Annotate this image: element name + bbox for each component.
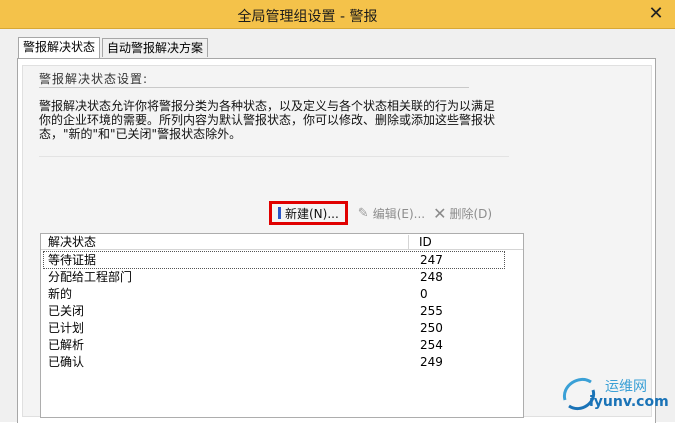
table-row[interactable]: 已解析 254 bbox=[44, 337, 504, 353]
resolution-state-list[interactable]: 解决状态 ID 等待证据 247 分配给工程部门 248 新的 0 已关闭 25… bbox=[40, 233, 524, 418]
section-description: 警报解决状态允许你将警报分类为各种状态，以及定义与各个状态相关联的行为以满足你的… bbox=[39, 99, 496, 141]
state-id: 254 bbox=[420, 338, 443, 352]
table-row[interactable]: 已确认 249 bbox=[44, 354, 504, 370]
settings-group: 警报解决状态设置: 警报解决状态允许你将警报分类为各种状态，以及定义与各个状态相… bbox=[22, 65, 652, 418]
state-name: 已计划 bbox=[48, 321, 85, 335]
dialog-body: 警报解决状态 自动警报解决方案 警报解决状态设置: 警报解决状态允许你将警报分类… bbox=[0, 29, 675, 423]
edit-button-label: 编辑(E)... bbox=[372, 206, 426, 221]
delete-button-label: 删除(D) bbox=[449, 206, 493, 221]
state-name: 新的 bbox=[48, 287, 73, 301]
window-title: 全局管理组设置 - 警报 bbox=[237, 9, 378, 25]
title-bar: 全局管理组设置 - 警报 ✕ bbox=[0, 0, 675, 29]
delete-icon: ✕ bbox=[433, 203, 447, 223]
state-id: 248 bbox=[420, 270, 443, 284]
state-id: 247 bbox=[420, 253, 443, 267]
close-button[interactable]: ✕ bbox=[645, 2, 667, 24]
table-row[interactable]: 已计划 250 bbox=[44, 320, 504, 336]
state-name: 分配给工程部门 bbox=[48, 270, 133, 284]
table-row[interactable]: 新的 0 bbox=[44, 286, 504, 302]
section-title: 警报解决状态设置: bbox=[39, 72, 149, 86]
new-button-label: 新建(N)... bbox=[285, 206, 339, 221]
list-header: 解决状态 ID bbox=[41, 234, 523, 250]
watermark-line2: iyunv.com bbox=[589, 394, 669, 410]
table-row[interactable]: 分配给工程部门 248 bbox=[44, 269, 504, 285]
close-icon: ✕ bbox=[648, 2, 664, 24]
state-id: 255 bbox=[420, 304, 443, 318]
state-id: 249 bbox=[420, 355, 443, 369]
new-icon bbox=[278, 207, 281, 219]
tab-auto-alert-resolution[interactable]: 自动警报解决方案 bbox=[102, 38, 209, 57]
tab-alert-resolution-states[interactable]: 警报解决状态 bbox=[18, 37, 101, 58]
state-name: 已关闭 bbox=[48, 304, 85, 318]
column-header-state[interactable]: 解决状态 bbox=[48, 235, 409, 249]
state-name: 已解析 bbox=[48, 338, 85, 352]
state-name: 等待证据 bbox=[48, 253, 97, 267]
new-button[interactable]: 新建(N)... bbox=[269, 201, 348, 225]
state-id: 250 bbox=[420, 321, 443, 335]
edit-button[interactable]: ✎ 编辑(E)... bbox=[354, 202, 429, 224]
description-divider bbox=[39, 156, 509, 157]
watermark-line1: 运维网 bbox=[605, 379, 647, 395]
table-row[interactable]: 已关闭 255 bbox=[44, 303, 504, 319]
watermark: 运维网 iyunv.com bbox=[557, 370, 669, 416]
tab-strip: 警报解决状态 自动警报解决方案 bbox=[18, 37, 210, 58]
toolbar: 新建(N)... ✎ 编辑(E)... ✕ 删除(D) bbox=[269, 201, 496, 225]
tab-panel: 警报解决状态设置: 警报解决状态允许你将警报分类为各种状态，以及定义与各个状态相… bbox=[17, 58, 656, 423]
table-row[interactable]: 等待证据 247 bbox=[43, 251, 505, 269]
state-name: 已确认 bbox=[48, 355, 85, 369]
section-divider bbox=[39, 87, 469, 88]
state-id: 0 bbox=[420, 287, 428, 301]
pencil-icon: ✎ bbox=[357, 205, 369, 221]
column-header-id[interactable]: ID bbox=[419, 235, 432, 249]
delete-button[interactable]: ✕ 删除(D) bbox=[429, 202, 496, 224]
